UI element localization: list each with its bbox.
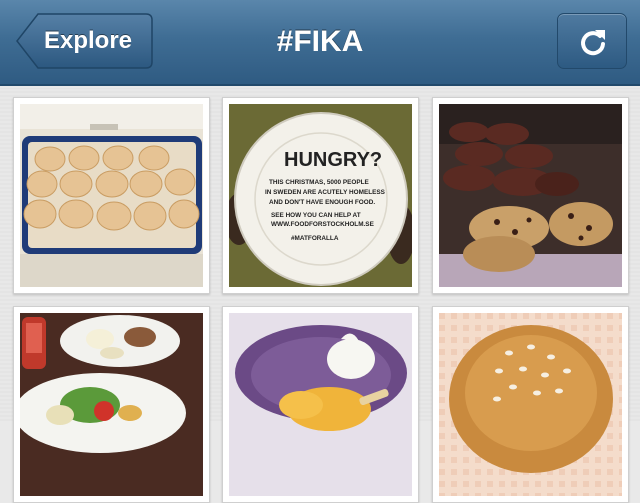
plate-tag: #MATFORALLA — [291, 235, 339, 242]
photo-dinner-plates — [20, 313, 203, 496]
refresh-icon — [581, 30, 605, 56]
plate-line: SEE HOW YOU CAN HELP AT — [271, 212, 361, 219]
photo-pastry-bun — [439, 313, 622, 496]
navigation-bar: Explore #FIKA — [0, 0, 640, 86]
explore-back-label: Explore — [44, 27, 133, 54]
photo-tile[interactable] — [13, 306, 210, 503]
photo-tile[interactable] — [432, 97, 629, 294]
photo-tile[interactable] — [222, 306, 419, 503]
plate-line: AND DON'T HAVE ENOUGH FOOD. — [269, 199, 375, 206]
photo-buns-on-tray — [20, 104, 203, 287]
photo-cookies-display — [439, 104, 622, 287]
plate-line: THIS CHRISTMAS, 5000 PEOPLE — [269, 179, 370, 186]
plate-line: WWW.FOODFORSTOCKHOLM.SE — [271, 221, 375, 228]
plate-headline: HUNGRY? — [284, 149, 382, 171]
photo-tile[interactable]: HUNGRY? THIS CHRISTMAS, 5000 PEOPLE IN S… — [222, 97, 419, 294]
photo-hungry-plate: HUNGRY? THIS CHRISTMAS, 5000 PEOPLE IN S… — [229, 104, 412, 287]
plate-line: IN SWEDEN ARE ACUTELY HOMELESS — [265, 189, 386, 196]
refresh-button[interactable] — [557, 13, 627, 69]
photo-tile[interactable] — [13, 97, 210, 294]
photo-tile[interactable] — [432, 306, 629, 503]
photo-grid: HUNGRY? THIS CHRISTMAS, 5000 PEOPLE IN S… — [0, 88, 640, 503]
photo-ice-cream-bowl — [229, 313, 412, 496]
